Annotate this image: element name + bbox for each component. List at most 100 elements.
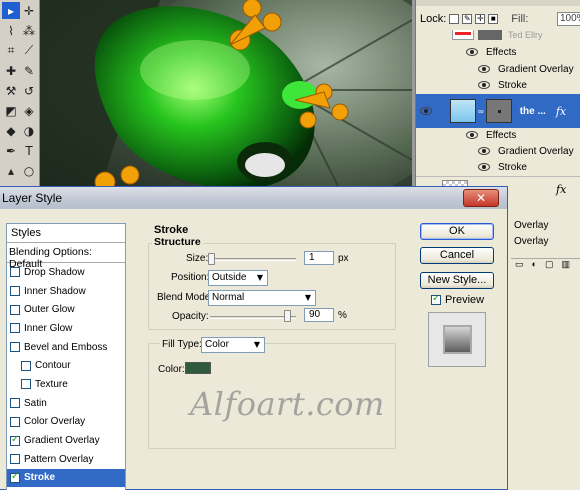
opacity-slider-thumb[interactable] [283,310,291,322]
effect-row-stroke[interactable]: Stroke [416,159,580,175]
size-slider-track[interactable] [210,258,296,261]
lock-position-icon[interactable]: ✛ [475,14,486,24]
healing-brush-tool-icon[interactable]: ✚ [2,62,20,79]
pen-tool-icon[interactable]: ✒ [2,142,20,159]
path-selection-tool-icon[interactable]: ▴ [2,162,20,179]
style-checkbox[interactable] [21,360,31,371]
adjustment-layer-icon[interactable]: ◐ [532,259,537,270]
effect-row-gradient-overlay[interactable]: Gradient Overlay [416,61,580,77]
style-item[interactable]: Contour [7,356,125,375]
brush-tool-icon[interactable]: ✎ [20,62,38,79]
trash-icon[interactable]: ▥ [561,259,570,270]
lock-pixels-icon[interactable]: ✎ [462,14,473,24]
layer-row-partial[interactable]: Ted Ellry [416,28,580,42]
style-checkbox[interactable] [10,471,20,483]
style-item-label: Pattern Overlay [24,453,94,465]
preview-checkbox-row[interactable]: Preview [431,293,484,306]
style-item[interactable]: Texture [7,375,125,394]
style-item[interactable]: Inner Shadow [7,282,125,301]
marquee-tool-icon[interactable]: ✛ [20,2,38,19]
layer-row-selected[interactable]: ∞ the ... fx [416,94,580,128]
dialog-title: Layer Style [2,191,63,205]
dodge-tool-icon[interactable]: ◑ [20,122,38,139]
fill-type-select[interactable]: Color ▼ [201,337,265,353]
fill-field[interactable]: 100% [557,12,580,26]
style-checkbox[interactable] [10,434,20,446]
paint-bucket-tool-icon[interactable]: ◈ [20,102,38,119]
effect-visibility-icon[interactable] [478,147,490,155]
stroke-color-swatch[interactable] [185,362,211,374]
style-item[interactable]: Color Overlay [7,413,125,432]
style-item[interactable]: Stroke [7,468,125,488]
chevron-down-icon: ▼ [256,273,264,282]
blend-mode-dropdown-edge[interactable] [416,0,580,6]
style-items: Drop Shadow Inner Shadow Outer Glow Inner G… [7,263,125,488]
type-tool-icon[interactable]: T [20,142,38,159]
styles-header[interactable]: Styles [7,224,125,243]
style-checkbox[interactable] [10,323,20,334]
cancel-button[interactable]: Cancel [420,247,494,264]
document-canvas[interactable] [40,0,412,190]
blur-tool-icon[interactable]: ◆ [2,122,20,139]
eraser-tool-icon[interactable]: ◩ [2,102,20,119]
style-item[interactable]: Bevel and Emboss [7,338,125,357]
style-checkbox[interactable] [10,398,20,409]
position-select[interactable]: Outside ▼ [208,270,268,286]
blending-options-item[interactable]: Blending Options: Default [7,243,125,270]
effects-label: Effects [486,46,517,58]
lock-transparency-icon[interactable] [449,14,460,24]
fill-label: Fill: [511,13,529,25]
color-label: Color: [158,364,185,375]
style-item[interactable]: Inner Glow [7,319,125,338]
style-checkbox[interactable] [10,342,20,353]
style-item[interactable]: Pattern Overlay [7,450,125,469]
layer-style-dialog: Layer Style ✕ Styles Blending Options: D… [0,186,508,490]
history-brush-tool-icon[interactable]: ↺ [20,82,38,99]
style-checkbox[interactable] [10,304,20,315]
style-checkbox[interactable] [10,267,20,278]
clone-stamp-tool-icon[interactable]: ⚒ [2,82,20,99]
opacity-field[interactable]: 90 [304,308,334,322]
structure-title: Structure [152,236,203,248]
close-icon[interactable]: ✕ [463,189,499,207]
style-checkbox[interactable] [10,286,20,297]
effect-visibility-icon[interactable] [466,48,478,56]
new-group-icon[interactable]: ▭ [515,259,524,270]
effects-row[interactable]: Effects [416,127,580,143]
new-style-button[interactable]: New Style... [420,272,494,289]
effects-row[interactable]: Effects [416,44,580,60]
style-item[interactable]: Gradient Overlay [7,431,125,450]
effect-row-gradient-overlay[interactable]: Gradient Overlay [416,143,580,159]
slice-tool-icon[interactable]: ⟋ [20,42,38,59]
style-checkbox[interactable] [10,454,20,465]
effect-visibility-icon[interactable] [478,81,490,89]
effect-name: Stroke [498,161,527,173]
lock-all-icon[interactable]: ■ [488,14,499,24]
ellipse-tool-icon[interactable]: ○ [20,162,38,179]
preview-checkbox[interactable] [431,293,441,305]
layers-panel-footer: ▭ ◐ ▢ ▥ [511,258,580,270]
style-checkbox[interactable] [21,379,31,390]
effect-visibility-icon[interactable] [478,65,490,73]
size-field[interactable]: 1 [304,251,334,265]
crop-tool-icon[interactable]: ⌗ [2,42,20,59]
style-checkbox[interactable] [10,416,20,427]
lasso-tool-icon[interactable]: ⌇ [2,22,20,39]
layer-mask-thumbnail [478,30,502,40]
effect-visibility-icon[interactable] [466,131,478,139]
layer-visibility-icon[interactable] [420,107,432,115]
frog-artwork [40,0,412,190]
style-item[interactable]: Outer Glow [7,300,125,319]
size-slider-thumb[interactable] [208,253,215,265]
effect-name: Gradient Overlay [498,145,574,157]
effects-label: Effects [486,129,517,141]
blend-mode-select[interactable]: Normal ▼ [208,290,316,306]
style-item[interactable]: Satin [7,394,125,413]
magic-wand-tool-icon[interactable]: ⁂ [20,22,38,39]
effect-row-stroke[interactable]: Stroke [416,77,580,93]
move-tool-icon[interactable]: ▸ [2,2,20,19]
dialog-title-bar[interactable]: Layer Style ✕ [0,187,507,209]
effect-visibility-icon[interactable] [478,163,490,171]
new-layer-icon[interactable]: ▢ [545,259,554,270]
ok-button[interactable]: OK [420,223,494,240]
